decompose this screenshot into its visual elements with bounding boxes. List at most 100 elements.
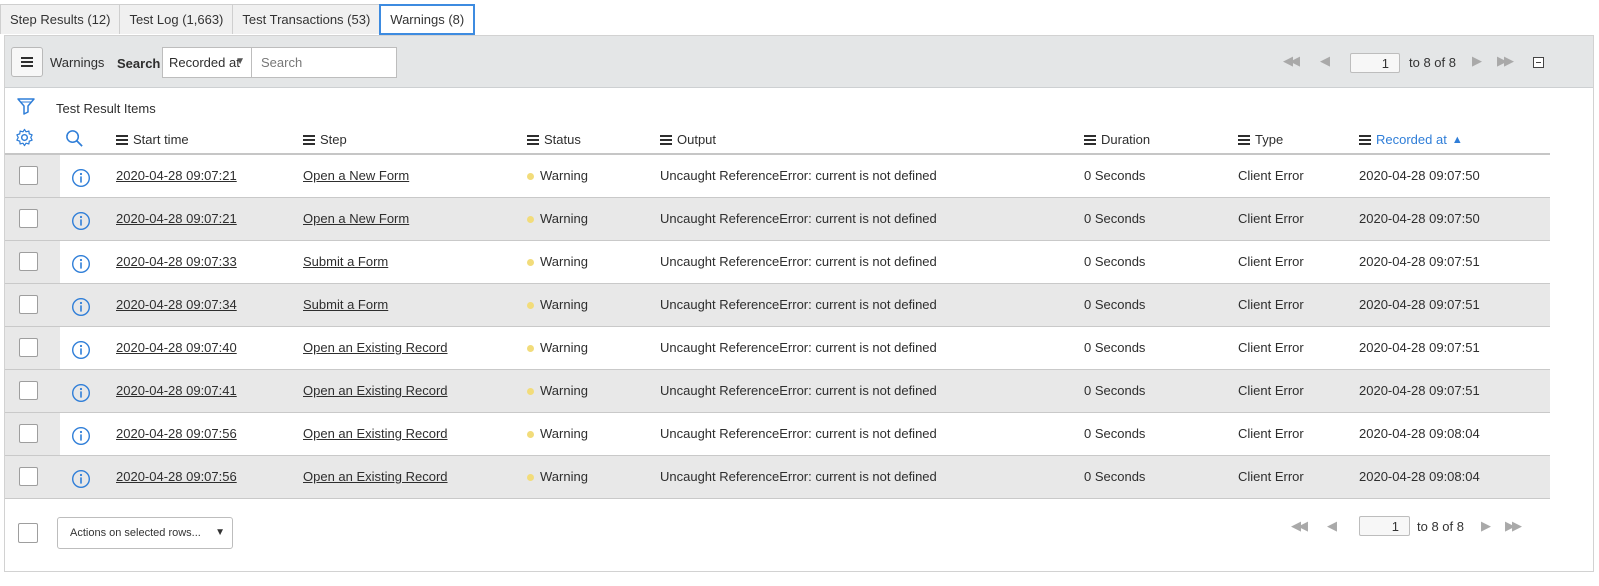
chevron-down-icon: ▼ xyxy=(215,527,225,538)
table-row: 2020-04-28 09:07:21 Open a New Form Warnin… xyxy=(5,198,1550,241)
tab-test-transactions[interactable]: Test Transactions (53) xyxy=(232,4,381,34)
row-checkbox[interactable] xyxy=(19,209,38,228)
info-icon[interactable] xyxy=(71,254,91,277)
search-field-select[interactable]: Recorded at ▼ xyxy=(162,47,252,78)
type-text: Client Error xyxy=(1238,469,1304,484)
last-page-icon[interactable]: ▶▶ xyxy=(1497,53,1514,69)
tab-step-results[interactable]: Step Results (12) xyxy=(0,4,121,34)
next-page-icon[interactable]: ▶ xyxy=(1481,518,1491,534)
info-icon[interactable] xyxy=(71,340,91,363)
duration-text: 0 Seconds xyxy=(1084,168,1146,183)
step-link[interactable]: Open an Existing Record xyxy=(303,383,448,398)
tab-warnings[interactable]: Warnings (8) xyxy=(379,4,476,35)
duration-text: 0 Seconds xyxy=(1084,297,1146,312)
first-page-icon[interactable]: ◀◀ xyxy=(1283,53,1300,69)
context-menu-button[interactable] xyxy=(11,47,43,77)
table-row: 2020-04-28 09:07:33 Submit a Form Warning U… xyxy=(5,241,1550,284)
recorded-at-text: 2020-04-28 09:07:50 xyxy=(1359,168,1480,183)
status-text: Warning xyxy=(540,426,588,441)
column-menu-icon xyxy=(1359,135,1371,145)
status-text: Warning xyxy=(540,469,588,484)
type-text: Client Error xyxy=(1238,168,1304,183)
select-all-checkbox[interactable] xyxy=(18,523,38,543)
step-link[interactable]: Open an Existing Record xyxy=(303,340,448,355)
start-time-link[interactable]: 2020-04-28 09:07:33 xyxy=(116,254,237,269)
row-checkbox[interactable] xyxy=(19,467,38,486)
info-icon[interactable] xyxy=(71,168,91,191)
info-icon[interactable] xyxy=(71,426,91,449)
info-icon[interactable] xyxy=(71,469,91,492)
row-checkbox[interactable] xyxy=(19,295,38,314)
output-text: Uncaught ReferenceError: current is not … xyxy=(660,297,937,312)
first-page-icon[interactable]: ◀◀ xyxy=(1291,518,1308,534)
gear-icon[interactable] xyxy=(15,128,34,150)
step-link[interactable]: Open an Existing Record xyxy=(303,469,448,484)
next-page-icon[interactable]: ▶ xyxy=(1472,53,1482,69)
table-row: 2020-04-28 09:07:41 Open an Existing Reco… xyxy=(5,370,1550,413)
column-recorded-at[interactable]: Recorded at ▲ xyxy=(1359,132,1463,147)
row-checkbox[interactable] xyxy=(19,252,38,271)
start-time-link[interactable]: 2020-04-28 09:07:21 xyxy=(116,168,237,183)
prev-page-icon[interactable]: ◀ xyxy=(1327,518,1337,534)
step-link[interactable]: Submit a Form xyxy=(303,254,388,269)
output-text: Uncaught ReferenceError: current is not … xyxy=(660,340,937,355)
column-label: Type xyxy=(1255,132,1284,147)
step-link[interactable]: Open a New Form xyxy=(303,211,409,226)
row-checkbox[interactable] xyxy=(19,424,38,443)
start-time-link[interactable]: 2020-04-28 09:07:41 xyxy=(116,383,237,398)
tab-test-log[interactable]: Test Log (1,663) xyxy=(119,4,234,34)
filter-icon[interactable] xyxy=(16,96,36,119)
step-link[interactable]: Open an Existing Record xyxy=(303,426,448,441)
step-link[interactable]: Open a New Form xyxy=(303,168,409,183)
row-checkbox[interactable] xyxy=(19,338,38,357)
recorded-at-text: 2020-04-28 09:07:51 xyxy=(1359,340,1480,355)
column-output[interactable]: Output xyxy=(660,132,716,147)
duration-text: 0 Seconds xyxy=(1084,469,1146,484)
start-time-link[interactable]: 2020-04-28 09:07:56 xyxy=(116,426,237,441)
row-select-cell xyxy=(5,198,60,240)
row-checkbox[interactable] xyxy=(19,381,38,400)
chevron-down-icon: ▼ xyxy=(235,56,245,67)
type-text: Client Error xyxy=(1238,254,1304,269)
recorded-at-text: 2020-04-28 09:07:50 xyxy=(1359,211,1480,226)
table-row: 2020-04-28 09:07:56 Open an Existing Reco… xyxy=(5,413,1550,456)
output-text: Uncaught ReferenceError: current is not … xyxy=(660,383,937,398)
duration-text: 0 Seconds xyxy=(1084,340,1146,355)
column-step[interactable]: Step xyxy=(303,132,347,147)
last-page-icon[interactable]: ▶▶ xyxy=(1505,518,1522,534)
table-header: Start time Step Status Output Duration T… xyxy=(5,124,1550,155)
start-time-link[interactable]: 2020-04-28 09:07:34 xyxy=(116,297,237,312)
status-dot-icon xyxy=(527,431,534,438)
column-duration[interactable]: Duration xyxy=(1084,132,1150,147)
status-text: Warning xyxy=(540,211,588,226)
row-select-cell xyxy=(5,284,60,326)
page-number-input[interactable]: 1 xyxy=(1350,53,1400,73)
table-row: 2020-04-28 09:07:40 Open an Existing Reco… xyxy=(5,327,1550,370)
start-time-link[interactable]: 2020-04-28 09:07:21 xyxy=(116,211,237,226)
info-icon[interactable] xyxy=(71,211,91,234)
column-status[interactable]: Status xyxy=(527,132,581,147)
duration-text: 0 Seconds xyxy=(1084,426,1146,441)
start-time-link[interactable]: 2020-04-28 09:07:56 xyxy=(116,469,237,484)
page-number-input[interactable]: 1 xyxy=(1359,516,1410,536)
step-link[interactable]: Submit a Form xyxy=(303,297,388,312)
status-text: Warning xyxy=(540,340,588,355)
prev-page-icon[interactable]: ◀ xyxy=(1320,53,1330,69)
info-icon[interactable] xyxy=(71,297,91,320)
search-input[interactable] xyxy=(251,47,397,78)
breadcrumb[interactable]: Test Result Items xyxy=(56,101,156,116)
column-type[interactable]: Type xyxy=(1238,132,1283,147)
status-text: Warning xyxy=(540,297,588,312)
actions-select[interactable]: Actions on selected rows... ▼ xyxy=(57,517,233,549)
column-start-time[interactable]: Start time xyxy=(116,132,189,147)
start-time-link[interactable]: 2020-04-28 09:07:40 xyxy=(116,340,237,355)
column-label: Start time xyxy=(133,132,189,147)
search-field-value: Recorded at xyxy=(169,55,240,70)
collapse-icon[interactable] xyxy=(1533,57,1544,68)
info-icon[interactable] xyxy=(71,383,91,406)
page-range-text: to 8 of 8 xyxy=(1409,55,1456,70)
type-text: Client Error xyxy=(1238,426,1304,441)
output-text: Uncaught ReferenceError: current is not … xyxy=(660,211,937,226)
search-icon[interactable] xyxy=(65,129,84,151)
row-checkbox[interactable] xyxy=(19,166,38,185)
